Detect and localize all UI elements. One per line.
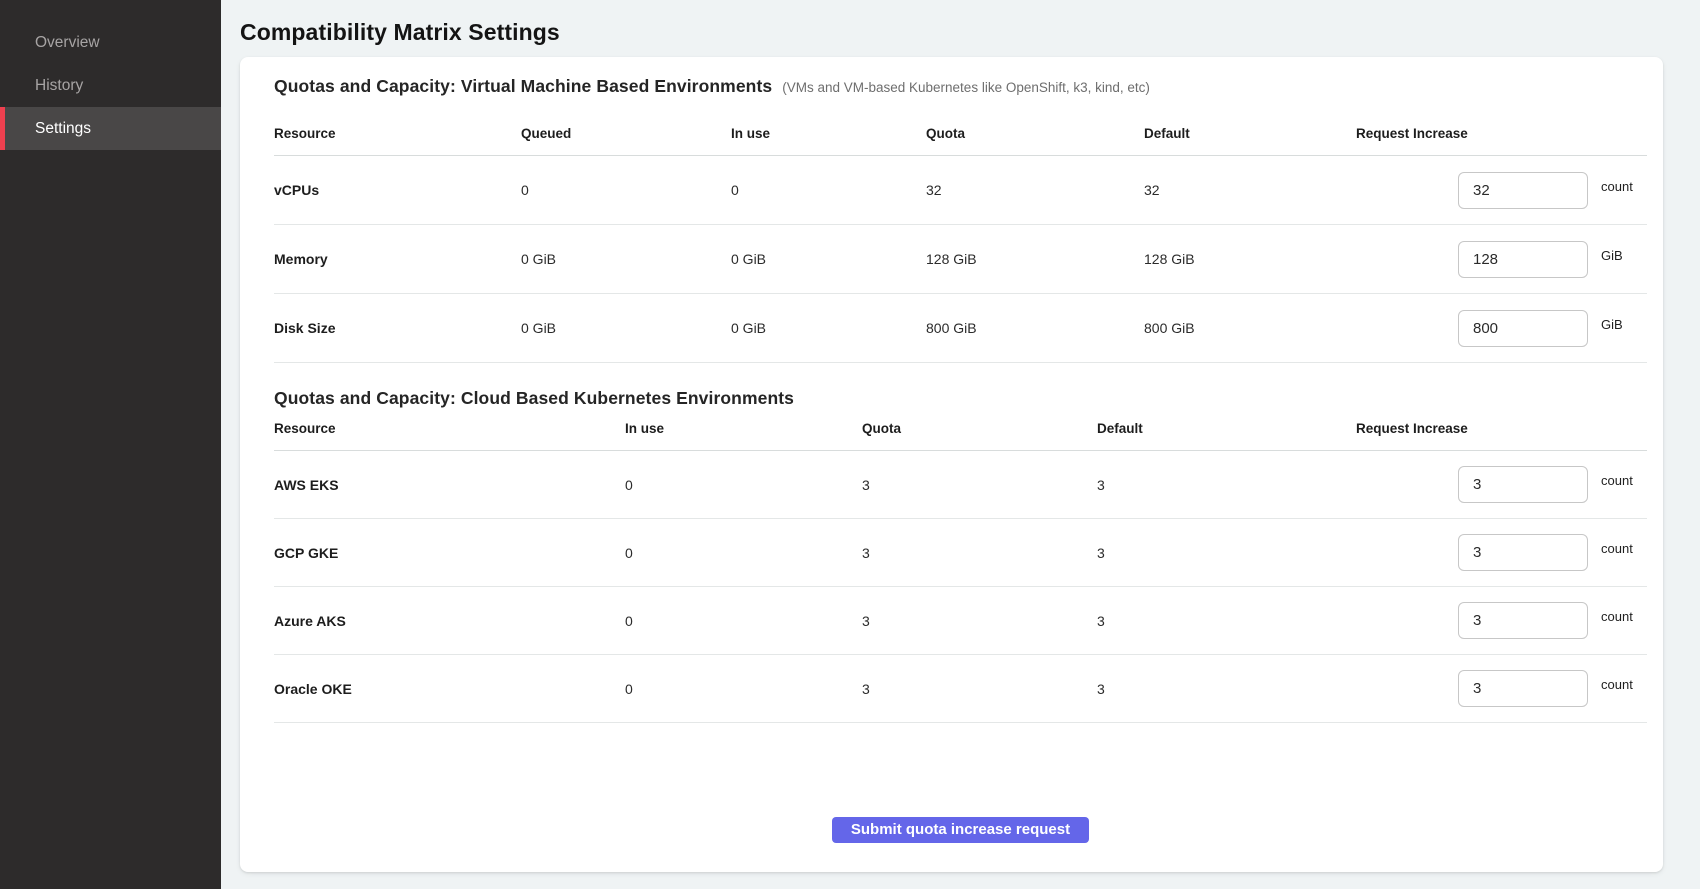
table-row: GCP GKE 0 3 3 count	[274, 519, 1647, 587]
sidebar-item-label: History	[35, 77, 83, 95]
unit-label: GiB	[1601, 248, 1647, 263]
cloud-table-body: AWS EKS 0 3 3 count GCP GKE 0 3 3 count …	[274, 451, 1647, 723]
quota-value: 800 GiB	[926, 320, 1144, 336]
quota-value: 3	[862, 681, 1097, 697]
request-increase-input[interactable]	[1458, 310, 1588, 347]
quota-value: 3	[862, 613, 1097, 629]
request-increase-input[interactable]	[1458, 241, 1588, 278]
table-row: Azure AKS 0 3 3 count	[274, 587, 1647, 655]
unit-label: count	[1601, 677, 1647, 692]
vm-col-quota: Quota	[926, 126, 1144, 141]
cloud-col-request-increase: Request Increase	[1356, 421, 1647, 436]
cloud-section-title: Quotas and Capacity: Cloud Based Kuberne…	[274, 387, 794, 409]
queued-value: 0 GiB	[521, 320, 731, 336]
in-use-value: 0 GiB	[731, 251, 926, 267]
request-increase-cell: GiB	[1356, 310, 1647, 347]
request-increase-cell: GiB	[1356, 241, 1647, 278]
unit-label: count	[1601, 473, 1647, 488]
default-value: 3	[1097, 681, 1356, 697]
vm-col-queued: Queued	[521, 126, 731, 141]
request-increase-input[interactable]	[1458, 172, 1588, 209]
card-footer: Submit quota increase request	[274, 723, 1647, 843]
unit-label: count	[1601, 179, 1647, 194]
in-use-value: 0	[625, 477, 862, 493]
cloud-col-resource: Resource	[274, 421, 625, 436]
table-row: Disk Size 0 GiB 0 GiB 800 GiB 800 GiB Gi…	[274, 294, 1647, 363]
request-increase-input[interactable]	[1458, 602, 1588, 639]
table-row: AWS EKS 0 3 3 count	[274, 451, 1647, 519]
in-use-value: 0	[731, 182, 926, 198]
sidebar-item-settings[interactable]: Settings	[0, 107, 221, 150]
resource-name: GCP GKE	[274, 545, 625, 561]
default-value: 3	[1097, 613, 1356, 629]
table-row: Oracle OKE 0 3 3 count	[274, 655, 1647, 723]
cloud-section-header: Quotas and Capacity: Cloud Based Kuberne…	[274, 363, 1647, 409]
resource-name: Memory	[274, 251, 521, 267]
resource-name: Disk Size	[274, 320, 521, 336]
resource-name: Azure AKS	[274, 613, 625, 629]
table-row: Memory 0 GiB 0 GiB 128 GiB 128 GiB GiB	[274, 225, 1647, 294]
cloud-col-quota: Quota	[862, 421, 1097, 436]
resource-name: Oracle OKE	[274, 681, 625, 697]
request-increase-cell: count	[1356, 602, 1647, 639]
resource-name: AWS EKS	[274, 477, 625, 493]
vm-table-body: vCPUs 0 0 32 32 count Memory 0 GiB 0 GiB…	[274, 156, 1647, 363]
quota-value: 128 GiB	[926, 251, 1144, 267]
vm-table-header: Resource Queued In use Quota Default Req…	[274, 97, 1647, 156]
quota-value: 3	[862, 545, 1097, 561]
submit-quota-increase-button[interactable]: Submit quota increase request	[832, 817, 1089, 843]
request-increase-cell: count	[1356, 534, 1647, 571]
in-use-value: 0	[625, 613, 862, 629]
sidebar-item-label: Overview	[35, 34, 100, 52]
unit-label: count	[1601, 541, 1647, 556]
vm-col-in-use: In use	[731, 126, 926, 141]
sidebar-item-label: Settings	[35, 120, 91, 138]
in-use-value: 0 GiB	[731, 320, 926, 336]
queued-value: 0	[521, 182, 731, 198]
in-use-value: 0	[625, 545, 862, 561]
request-increase-input[interactable]	[1458, 670, 1588, 707]
default-value: 32	[1144, 182, 1356, 198]
cloud-col-in-use: In use	[625, 421, 862, 436]
request-increase-cell: count	[1356, 670, 1647, 707]
default-value: 3	[1097, 477, 1356, 493]
request-increase-input[interactable]	[1458, 466, 1588, 503]
cloud-col-default: Default	[1097, 421, 1356, 436]
quota-value: 3	[862, 477, 1097, 493]
quota-value: 32	[926, 182, 1144, 198]
request-increase-cell: count	[1356, 172, 1647, 209]
request-increase-cell: count	[1356, 466, 1647, 503]
cloud-table-header: Resource In use Quota Default Request In…	[274, 409, 1647, 451]
resource-name: vCPUs	[274, 182, 521, 198]
request-increase-input[interactable]	[1458, 534, 1588, 571]
page-title: Compatibility Matrix Settings	[240, 0, 1663, 46]
default-value: 128 GiB	[1144, 251, 1356, 267]
sidebar-item-history[interactable]: History	[0, 64, 221, 107]
queued-value: 0 GiB	[521, 251, 731, 267]
unit-label: GiB	[1601, 317, 1647, 332]
default-value: 3	[1097, 545, 1356, 561]
vm-section-note: (VMs and VM-based Kubernetes like OpenSh…	[782, 80, 1150, 95]
default-value: 800 GiB	[1144, 320, 1356, 336]
in-use-value: 0	[625, 681, 862, 697]
sidebar-item-overview[interactable]: Overview	[0, 21, 221, 64]
sidebar-nav: Overview History Settings	[0, 0, 221, 889]
vm-section-title: Quotas and Capacity: Virtual Machine Bas…	[274, 75, 772, 97]
unit-label: count	[1601, 609, 1647, 624]
table-row: vCPUs 0 0 32 32 count	[274, 156, 1647, 225]
vm-section-header: Quotas and Capacity: Virtual Machine Bas…	[274, 57, 1647, 97]
vm-col-request-increase: Request Increase	[1356, 126, 1647, 141]
vm-col-resource: Resource	[274, 126, 521, 141]
settings-card: Quotas and Capacity: Virtual Machine Bas…	[240, 57, 1663, 872]
vm-col-default: Default	[1144, 126, 1356, 141]
main-content: Compatibility Matrix Settings Quotas and…	[221, 0, 1700, 889]
